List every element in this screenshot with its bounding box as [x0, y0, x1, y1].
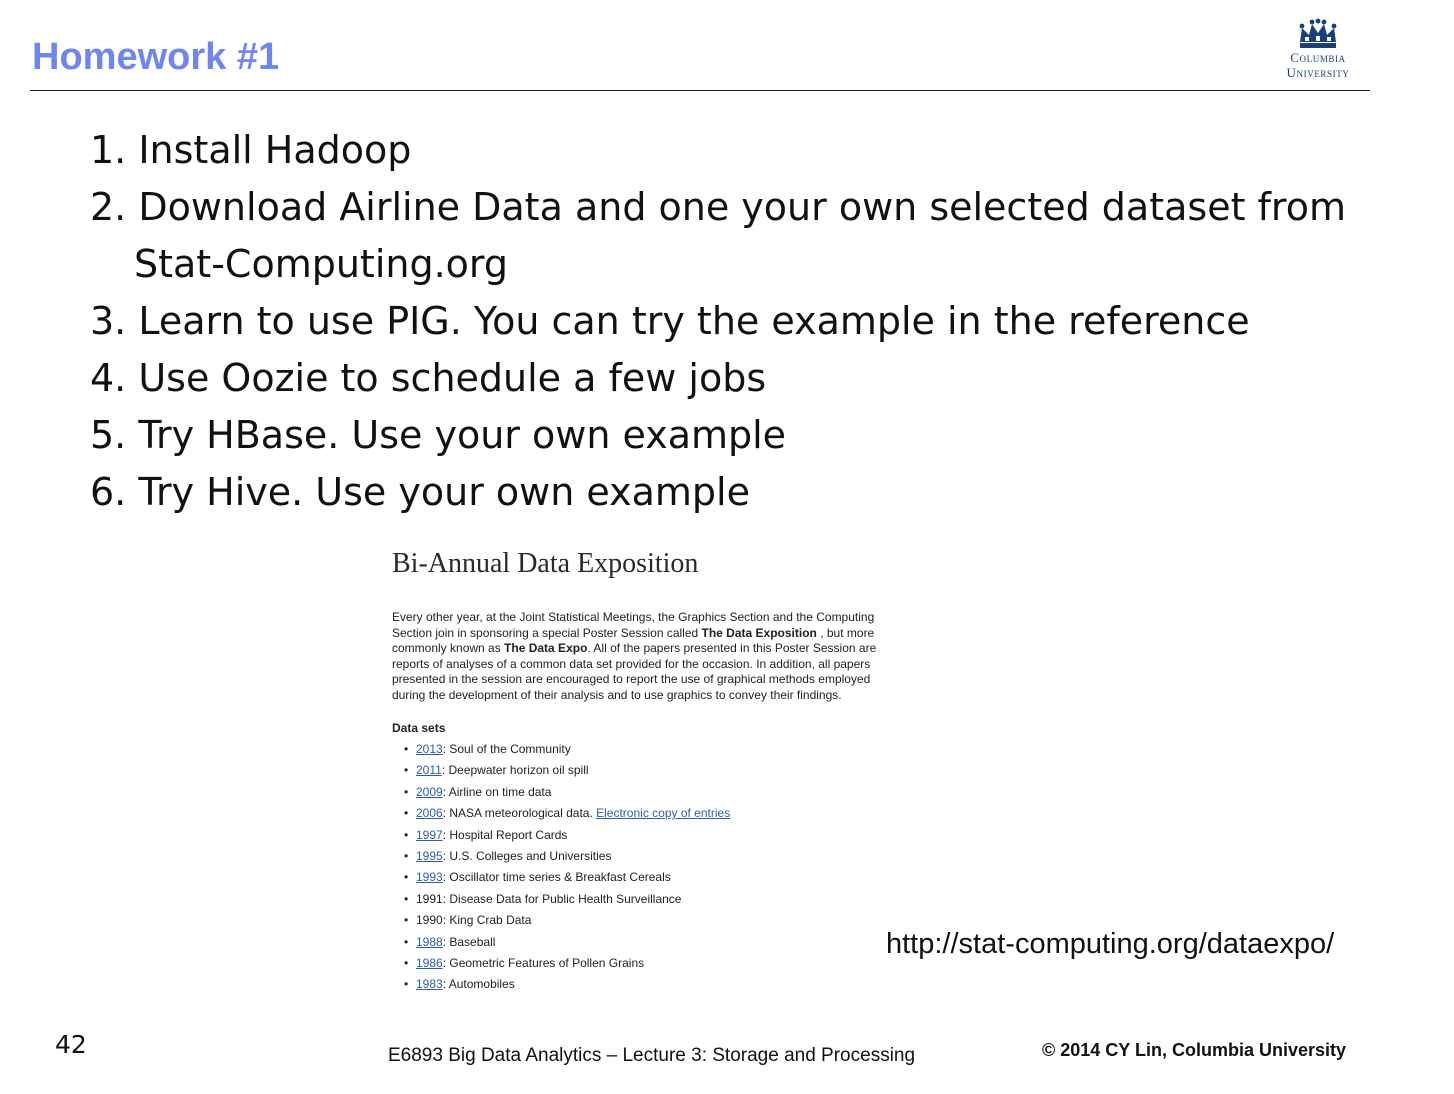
step-2-continued: Stat-Computing.org: [134, 242, 508, 286]
dataset-year-link[interactable]: 2006: [416, 806, 443, 820]
step-3: 3. Learn to use PIG. You can try the exa…: [90, 299, 1250, 343]
bullet-icon: •: [404, 913, 409, 928]
dataset-year-link[interactable]: 1986: [416, 956, 443, 970]
data-expo-screenshot: Bi-Annual Data Exposition Every other ye…: [392, 548, 892, 996]
electronic-copy-link[interactable]: Electronic copy of entries: [596, 806, 730, 820]
step-4: 4. Use Oozie to schedule a few jobs: [90, 356, 767, 400]
dataset-year: 1990: [416, 913, 443, 928]
dataset-item: • 1991: Disease Data for Public Health Su…: [404, 889, 892, 910]
dataset-item: • 1995: U.S. Colleges and Universities: [404, 846, 892, 867]
dataset-item: • 1988: Baseball: [404, 932, 892, 953]
columbia-logo: Columbia University: [1270, 18, 1366, 80]
header-divider: [30, 90, 1370, 91]
dataset-description: : Disease Data for Public Health Surveil…: [442, 891, 682, 906]
embed-intro: Every other year, at the Joint Statistic…: [392, 610, 877, 702]
dataset-item: • 1983: Automobiles: [404, 974, 892, 995]
slide-title: Homework #1: [32, 36, 280, 78]
homework-steps: 1. Install Hadoop 2. Download Airline Da…: [90, 122, 1410, 521]
dataset-description: : Geometric Features of Pollen Grains: [442, 955, 645, 970]
bullet-icon: •: [404, 806, 409, 821]
dataset-year-link[interactable]: 2011: [416, 763, 442, 777]
dataset-description: : Oscillator time series & Breakfast Cer…: [442, 870, 671, 885]
dataset-item: • 2006: NASA meteorological data. Electro…: [404, 803, 892, 824]
step-1: 1. Install Hadoop: [90, 128, 412, 172]
dataset-item: • 1993: Oscillator time series & Breakfas…: [404, 867, 892, 888]
dataset-item: • 1997: Hospital Report Cards: [404, 825, 892, 846]
bullet-icon: •: [404, 763, 409, 778]
bullet-icon: •: [404, 891, 409, 906]
bullet-icon: •: [404, 742, 409, 756]
dataset-description: : Deepwater horizon oil spill: [441, 763, 589, 778]
step-6: 6. Try Hive. Use your own example: [90, 470, 750, 514]
dataset-year-link[interactable]: 2009: [416, 785, 443, 799]
dataset-item: • 1990: King Crab Data: [404, 910, 892, 931]
dataset-year-link[interactable]: 1995: [416, 849, 443, 863]
dataset-description: : U.S. Colleges and Universities: [442, 848, 612, 863]
page-number: 42: [55, 1030, 87, 1059]
dataset-year-link[interactable]: 1997: [416, 828, 443, 842]
logo-text-university: University: [1286, 65, 1350, 80]
dataset-description: : Soul of the Community: [442, 742, 571, 756]
dataset-item: • 1986: Geometric Features of Pollen Grai…: [404, 953, 892, 974]
dataset-list: • 2013: Soul of the Community • 2011: Deepw…: [392, 739, 892, 996]
dataset-description: : Baseball: [442, 934, 496, 949]
bullet-icon: •: [404, 784, 409, 799]
bullet-icon: •: [404, 934, 409, 949]
dataset-description: : Automobiles: [442, 977, 515, 992]
step-5: 5. Try HBase. Use your own example: [90, 413, 787, 457]
logo-text-columbia: Columbia: [1290, 50, 1346, 65]
dataset-year: 1991: [416, 891, 443, 906]
footer-course: E6893 Big Data Analytics – Lecture 3: St…: [388, 1045, 916, 1066]
bullet-icon: •: [404, 955, 409, 970]
bullet-icon: •: [404, 870, 409, 885]
dataset-year-link[interactable]: 2013: [416, 742, 443, 756]
embed-title: Bi-Annual Data Exposition: [392, 548, 699, 579]
dataset-description: : Hospital Report Cards: [442, 827, 568, 842]
step-2: 2. Download Airline Data and one your ow…: [90, 185, 1346, 229]
dataset-item: • 2013: Soul of the Community: [404, 739, 892, 760]
footer-copyright: © 2014 CY Lin, Columbia University: [1042, 1040, 1347, 1060]
source-url: http://stat-computing.org/dataexpo/: [886, 928, 1335, 960]
bullet-icon: •: [404, 827, 409, 842]
bullet-icon: •: [404, 848, 409, 863]
dataset-year-link[interactable]: 1983: [416, 977, 443, 991]
crown-icon: [1299, 18, 1337, 48]
dataset-item: • 2011: Deepwater horizon oil spill: [404, 760, 892, 781]
dataset-description: : Airline on time data: [442, 784, 552, 799]
dataset-description: : King Crab Data: [442, 913, 532, 928]
dataset-year-link[interactable]: 1988: [416, 935, 443, 949]
dataset-item: • 2009: Airline on time data: [404, 782, 892, 803]
dataset-year-link[interactable]: 1993: [416, 870, 443, 884]
datasets-heading: Data sets: [392, 721, 446, 735]
dataset-description: : NASA meteorological data.: [442, 806, 597, 821]
bullet-icon: •: [404, 977, 409, 992]
